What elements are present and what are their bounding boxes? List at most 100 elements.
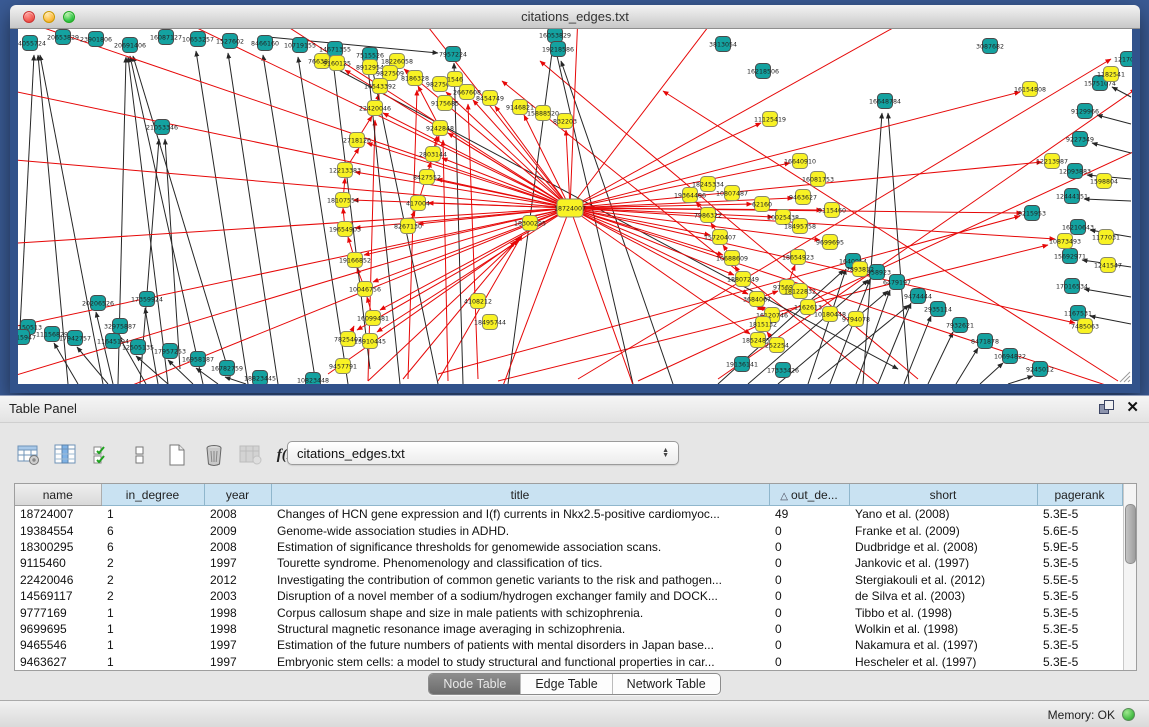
table-cell-title[interactable]: Estimation of significance thresholds fo… <box>271 539 769 555</box>
network-node[interactable]: 17333426 <box>767 363 799 378</box>
table-cell-pagerank[interactable]: 5.3E-5 <box>1037 506 1122 523</box>
table-cell-short[interactable]: Nakamura et al. (1997) <box>849 637 1037 653</box>
delete-table-icon[interactable] <box>201 442 227 468</box>
network-node[interactable]: 19218586 <box>542 42 574 57</box>
table-cell-out_degree[interactable]: 0 <box>769 621 849 637</box>
network-node[interactable]: 21053346 <box>146 120 178 135</box>
window-titlebar[interactable]: citations_edges.txt <box>10 5 1140 29</box>
table-cell-name[interactable]: 14569117 <box>15 588 101 604</box>
table-row[interactable]: 1938455462009Genome-wide association stu… <box>15 522 1122 538</box>
column-chooser-icon[interactable] <box>53 442 79 468</box>
import-table-icon[interactable] <box>238 442 264 468</box>
tab-edge-table[interactable]: Edge Table <box>520 674 611 694</box>
table-cell-pagerank[interactable]: 5.3E-5 <box>1037 637 1122 653</box>
network-canvas[interactable]: 2405572420653829239018062069140616087127… <box>18 29 1132 384</box>
network-node[interactable]: 9129966 <box>1071 104 1099 119</box>
network-node[interactable]: 62160 <box>752 197 772 212</box>
table-cell-in_degree[interactable]: 6 <box>101 539 204 555</box>
table-cell-name[interactable]: 9777169 <box>15 604 101 620</box>
network-node[interactable]: 9227349 <box>1066 132 1094 147</box>
network-node[interactable]: 16782759 <box>211 361 243 376</box>
table-cell-name[interactable]: 9699695 <box>15 621 101 637</box>
network-node[interactable]: 9463627 <box>789 190 817 205</box>
table-cell-short[interactable]: Jankovic et al. (1997) <box>849 555 1037 571</box>
table-cell-title[interactable]: Tourette syndrome. Phenomenology and cla… <box>271 555 769 571</box>
table-cell-year[interactable]: 2008 <box>204 506 271 523</box>
network-node[interactable]: 19654903 <box>329 222 361 237</box>
table-cell-title[interactable]: Genome-wide association studies in ADHD. <box>271 522 769 538</box>
network-node[interactable]: 2718126 <box>343 133 371 148</box>
network-node[interactable]: 15692971 <box>1054 249 1086 264</box>
table-cell-out_degree[interactable]: 0 <box>769 637 849 653</box>
float-panel-icon[interactable] <box>1099 400 1114 415</box>
table-cell-short[interactable]: de Silva et al. (2003) <box>849 588 1037 604</box>
network-node[interactable]: 16099481 <box>357 311 389 326</box>
hub-node[interactable]: 18724007 <box>554 199 586 217</box>
table-cell-out_degree[interactable]: 0 <box>769 604 849 620</box>
network-node[interactable]: 9699695 <box>816 235 844 250</box>
column-header-title[interactable]: title <box>271 484 769 506</box>
network-node[interactable]: 16081753 <box>802 172 834 187</box>
table-cell-out_degree[interactable]: 0 <box>769 522 849 538</box>
toggle-rows-icon[interactable] <box>127 442 153 468</box>
network-node[interactable]: 9474444 <box>904 289 932 304</box>
new-table-icon[interactable] <box>164 442 190 468</box>
table-settings-icon[interactable] <box>16 442 42 468</box>
zoom-window-button[interactable] <box>63 11 75 23</box>
table-cell-pagerank[interactable]: 5.3E-5 <box>1037 604 1122 620</box>
table-cell-name[interactable]: 9463627 <box>15 654 101 670</box>
table-cell-in_degree[interactable]: 6 <box>101 522 204 538</box>
column-header-name[interactable]: name <box>15 484 101 506</box>
network-node[interactable]: 10694822 <box>994 349 1026 364</box>
table-row[interactable]: 969969511998Structural magnetic resonanc… <box>15 621 1122 637</box>
table-cell-name[interactable]: 22420046 <box>15 572 101 588</box>
table-cell-out_degree[interactable]: 0 <box>769 588 849 604</box>
network-node[interactable]: 20653829 <box>47 30 79 45</box>
network-node[interactable]: 3087682 <box>976 39 1004 54</box>
table-cell-year[interactable]: 2012 <box>204 572 271 588</box>
network-node[interactable]: 3813054 <box>709 37 737 52</box>
table-cell-out_degree[interactable]: 49 <box>769 506 849 523</box>
table-cell-short[interactable]: Tibbo et al. (1998) <box>849 604 1037 620</box>
table-cell-name[interactable]: 19384554 <box>15 522 101 538</box>
table-cell-title[interactable]: Structural magnetic resonance image aver… <box>271 621 769 637</box>
table-cell-title[interactable]: Disruption of a novel member of a sodium… <box>271 588 769 604</box>
table-cell-pagerank[interactable]: 5.3E-5 <box>1037 621 1122 637</box>
network-node[interactable]: 1527602 <box>216 34 244 49</box>
table-cell-title[interactable]: Embryonic stem cells: a model to study s… <box>271 654 769 670</box>
network-node[interactable]: 9794078 <box>842 312 870 327</box>
network-node[interactable]: 16053829 <box>539 29 571 43</box>
close-panel-icon[interactable]: ✕ <box>1126 400 1139 415</box>
table-cell-title[interactable]: Changes of HCN gene expression and I(f) … <box>271 506 769 523</box>
table-cell-name[interactable]: 9465546 <box>15 637 101 653</box>
memory-indicator[interactable] <box>1122 708 1135 721</box>
table-selector-dropdown[interactable]: citations_edges.txt ▲▼ <box>287 441 679 465</box>
network-node[interactable]: 32975887 <box>104 319 136 334</box>
network-node[interactable]: 15720407 <box>704 230 736 245</box>
network-node[interactable]: 10873493 <box>1049 234 1081 249</box>
network-node[interactable]: 6479197 <box>883 275 911 290</box>
network-node[interactable]: 7932621 <box>946 318 974 333</box>
network-node[interactable]: 1177031 <box>1092 230 1120 245</box>
network-node[interactable]: 16640910 <box>784 154 816 169</box>
network-node[interactable]: 8186328 <box>401 71 429 86</box>
network-node[interactable]: 19136141 <box>726 357 758 372</box>
network-node[interactable]: 1546 <box>447 72 463 87</box>
table-cell-short[interactable]: Franke et al. (2009) <box>849 522 1037 538</box>
tab-node-table[interactable]: Node Table <box>429 674 520 694</box>
table-cell-name[interactable]: 18724007 <box>15 506 101 523</box>
table-row[interactable]: 1830029562008Estimation of significance … <box>15 539 1122 555</box>
selection-mode-icon[interactable] <box>90 442 116 468</box>
network-node[interactable]: 1241547 <box>1094 258 1122 273</box>
table-cell-year[interactable]: 1998 <box>204 621 271 637</box>
network-node[interactable]: 18823445 <box>244 371 276 385</box>
network-node[interactable]: 16210643 <box>1062 220 1094 235</box>
column-header-in_degree[interactable]: in_degree <box>101 484 204 506</box>
table-cell-title[interactable]: Investigating the contribution of common… <box>271 572 769 588</box>
network-node[interactable]: 22420046 <box>359 101 391 116</box>
table-cell-pagerank[interactable]: 5.3E-5 <box>1037 555 1122 571</box>
network-node[interactable]: 17016534 <box>1056 279 1088 294</box>
column-header-out_degree[interactable]: △out_de... <box>769 484 849 506</box>
network-node[interactable]: 16648784 <box>869 94 901 109</box>
table-cell-in_degree[interactable]: 2 <box>101 588 204 604</box>
